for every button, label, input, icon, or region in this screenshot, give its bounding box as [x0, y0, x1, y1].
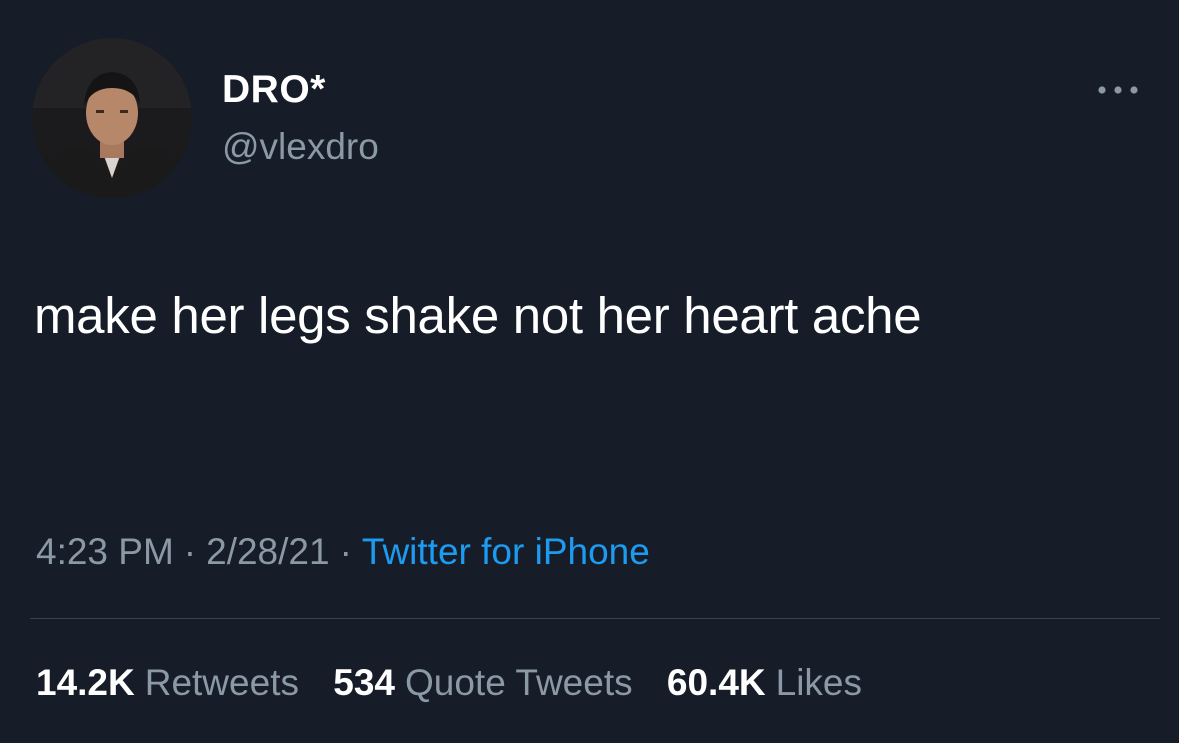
retweets-label: Retweets: [144, 662, 299, 703]
retweets-stat[interactable]: 14.2K Retweets: [36, 662, 299, 703]
tweet-time[interactable]: 4:23 PM: [36, 531, 174, 572]
quote-tweets-count: 534: [333, 662, 395, 703]
tweet-source-link[interactable]: Twitter for iPhone: [362, 531, 650, 572]
retweets-count: 14.2K: [36, 662, 135, 703]
more-horizontal-icon[interactable]: [1094, 80, 1142, 100]
tweet-card: DRO* @vlexdro make her legs shake not he…: [0, 0, 1179, 743]
quote-tweets-label: Quote Tweets: [404, 662, 633, 703]
tweet-text: make her legs shake not her heart ache: [34, 287, 922, 344]
quote-tweets-stat[interactable]: 534 Quote Tweets: [333, 662, 632, 703]
tweet-header: DRO* @vlexdro: [0, 0, 1179, 210]
user-handle[interactable]: @vlexdro: [222, 126, 379, 168]
profile-photo-icon: [32, 38, 192, 198]
tweet-stats: 14.2K Retweets 534 Quote Tweets 60.4K Likes: [36, 662, 886, 704]
display-name[interactable]: DRO*: [222, 68, 326, 112]
tweet-date[interactable]: 2/28/21: [206, 531, 329, 572]
meta-separator: ·: [339, 531, 352, 572]
divider: [30, 618, 1160, 619]
meta-separator: ·: [183, 531, 197, 572]
likes-count: 60.4K: [666, 662, 766, 703]
tweet-meta: 4:23 PM · 2/28/21 · Twitter for iPhone: [36, 531, 650, 573]
avatar[interactable]: [32, 38, 192, 198]
likes-stat[interactable]: 60.4K Likes: [667, 662, 862, 703]
likes-label: Likes: [775, 662, 863, 703]
